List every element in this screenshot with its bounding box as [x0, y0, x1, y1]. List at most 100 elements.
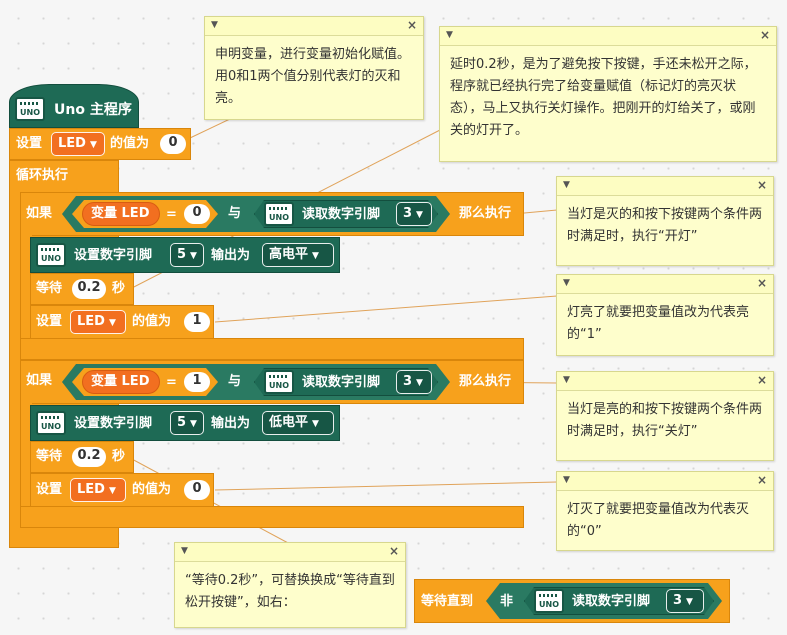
- wait-label: 等待: [36, 281, 63, 296]
- compare-value-input[interactable]: 1: [184, 372, 210, 392]
- wait-label: 等待: [36, 449, 63, 464]
- compare-value-input[interactable]: 0: [184, 204, 210, 224]
- variable-dropdown-value: LED: [77, 482, 105, 497]
- if-label: 如果: [26, 373, 53, 388]
- read-pin-dropdown[interactable]: 3 ▼: [396, 202, 432, 226]
- program-title: Uno 主程序: [54, 102, 132, 118]
- set-label: 设置: [36, 314, 63, 329]
- set-label: 设置: [16, 136, 43, 151]
- chevron-down-icon: ▼: [312, 419, 319, 429]
- uno-board-icon: UNO: [534, 589, 564, 613]
- comment-text[interactable]: 申明变量，进行变量初始化赋值。用0和1两个值分别代表灯的灭和亮。: [215, 44, 413, 110]
- comment-header[interactable]: [440, 27, 776, 46]
- if-block-2-footer: [20, 506, 524, 528]
- comment-header[interactable]: [557, 372, 773, 391]
- comment-light-off-condition[interactable]: ▼ × 当灯是灭的和按下按键两个条件两时满足时，执行“开灯”: [556, 176, 774, 266]
- chevron-down-icon: ▼: [190, 251, 197, 261]
- read-pin-dropdown[interactable]: 3 ▼: [396, 370, 432, 394]
- chevron-down-icon: ▼: [416, 378, 423, 388]
- comment-header[interactable]: [557, 177, 773, 196]
- set-value-input[interactable]: 1: [184, 312, 210, 332]
- comment-header[interactable]: [557, 472, 773, 491]
- read-digital-pin-label: 读取数字引脚: [302, 207, 381, 222]
- variable-dropdown[interactable]: LED ▼: [70, 310, 126, 334]
- chevron-down-icon[interactable]: ▼: [181, 546, 188, 556]
- close-icon[interactable]: ×: [757, 178, 767, 192]
- read-pin-value: 3: [403, 374, 413, 389]
- chevron-down-icon: ▼: [108, 486, 116, 496]
- comment-light-on-condition[interactable]: ▼ × 当灯是亮的和按下按键两个条件两时满足时，执行“关灯”: [556, 371, 774, 461]
- equals-operator: =: [166, 207, 177, 222]
- comment-set-1[interactable]: ▼ × 灯亮了就要把变量值改为代表亮的“1”: [556, 274, 774, 356]
- read-pin-dropdown[interactable]: 3 ▼: [666, 589, 704, 613]
- chevron-down-icon[interactable]: ▼: [563, 180, 570, 190]
- wait-seconds-input[interactable]: 0.2: [72, 447, 106, 467]
- comment-text[interactable]: 灯亮了就要把变量值改为代表亮的“1”: [567, 302, 763, 346]
- variable-led-reporter[interactable]: 变量 LED: [82, 202, 160, 226]
- output-label: 输出为: [211, 416, 251, 431]
- value-label: 的值为: [110, 136, 150, 151]
- comment-text[interactable]: 当灯是亮的和按下按键两个条件两时满足时，执行“关灯”: [567, 399, 763, 443]
- if-block-1-footer: [20, 338, 524, 360]
- wait-seconds-input[interactable]: 0.2: [72, 279, 106, 299]
- value-label: 的值为: [132, 314, 172, 329]
- level-value: 低电平: [269, 415, 309, 430]
- chevron-down-icon: ▼: [686, 597, 693, 607]
- write-pin-dropdown[interactable]: 5 ▼: [170, 243, 204, 267]
- loop-label: 循环执行: [16, 168, 69, 183]
- not-label: 非: [500, 594, 514, 609]
- comment-delay[interactable]: ▼ × 延时0.2秒，是为了避免按下按键，手还未松开之际，程序就已经执行完了给变…: [439, 26, 777, 162]
- and-label: 与: [228, 206, 242, 221]
- close-icon[interactable]: ×: [760, 28, 770, 42]
- and-label: 与: [228, 374, 242, 389]
- set-value-input[interactable]: 0: [184, 480, 210, 500]
- comment-text[interactable]: “等待0.2秒”，可替换换成“等待直到松开按键”，如右：: [185, 570, 395, 614]
- comment-header[interactable]: [175, 543, 405, 562]
- comment-declare[interactable]: ▼ × 申明变量，进行变量初始化赋值。用0和1两个值分别代表灯的灭和亮。: [204, 16, 424, 120]
- comment-text[interactable]: 当灯是灭的和按下按键两个条件两时满足时，执行“开灯”: [567, 204, 763, 248]
- uno-board-icon: UNO: [264, 370, 294, 394]
- close-icon[interactable]: ×: [389, 544, 399, 558]
- comment-header[interactable]: [205, 17, 423, 36]
- init-value-input[interactable]: 0: [160, 134, 186, 154]
- variable-dropdown-value: LED: [58, 136, 86, 151]
- close-icon[interactable]: ×: [757, 276, 767, 290]
- read-pin-value: 3: [403, 206, 413, 221]
- output-label: 输出为: [211, 248, 251, 263]
- variable-led-reporter[interactable]: 变量 LED: [82, 370, 160, 394]
- uno-board-icon: UNO: [36, 411, 66, 435]
- chevron-down-icon[interactable]: ▼: [446, 30, 453, 40]
- set-digital-pin-label: 设置数字引脚: [74, 248, 153, 263]
- if-label: 如果: [26, 206, 53, 221]
- write-pin-value: 5: [177, 247, 187, 262]
- equals-operator: =: [166, 375, 177, 390]
- seconds-unit: 秒: [112, 281, 126, 296]
- chevron-down-icon[interactable]: ▼: [211, 20, 218, 30]
- write-pin-value: 5: [177, 415, 187, 430]
- close-icon[interactable]: ×: [757, 373, 767, 387]
- write-pin-dropdown[interactable]: 5 ▼: [170, 411, 204, 435]
- level-dropdown[interactable]: 低电平 ▼: [262, 411, 334, 435]
- chevron-down-icon: ▼: [312, 251, 319, 261]
- comment-header[interactable]: [557, 275, 773, 294]
- chevron-down-icon: ▼: [89, 140, 97, 150]
- chevron-down-icon[interactable]: ▼: [563, 278, 570, 288]
- comment-replace-hint[interactable]: ▼ × “等待0.2秒”，可替换换成“等待直到松开按键”，如右：: [174, 542, 406, 628]
- chevron-down-icon[interactable]: ▼: [563, 375, 570, 385]
- value-label: 的值为: [132, 482, 172, 497]
- then-label: 那么执行: [459, 374, 512, 389]
- close-icon[interactable]: ×: [407, 18, 417, 32]
- chevron-down-icon: ▼: [190, 419, 197, 429]
- variable-dropdown-value: LED: [77, 314, 105, 329]
- comment-text[interactable]: 延时0.2秒，是为了避免按下按键，手还未松开之际，程序就已经执行完了给变量赋值（…: [450, 54, 766, 142]
- variable-dropdown[interactable]: LED ▼: [51, 132, 105, 156]
- chevron-down-icon: ▼: [108, 318, 116, 328]
- level-dropdown[interactable]: 高电平 ▼: [262, 243, 334, 267]
- uno-board-icon: UNO: [36, 243, 66, 267]
- comment-set-0[interactable]: ▼ × 灯灭了就要把变量值改为代表灭的“0”: [556, 471, 774, 551]
- comment-text[interactable]: 灯灭了就要把变量值改为代表灭的“0”: [567, 499, 763, 543]
- variable-dropdown[interactable]: LED ▼: [70, 478, 126, 502]
- then-label: 那么执行: [459, 206, 512, 221]
- close-icon[interactable]: ×: [757, 473, 767, 487]
- chevron-down-icon[interactable]: ▼: [563, 475, 570, 485]
